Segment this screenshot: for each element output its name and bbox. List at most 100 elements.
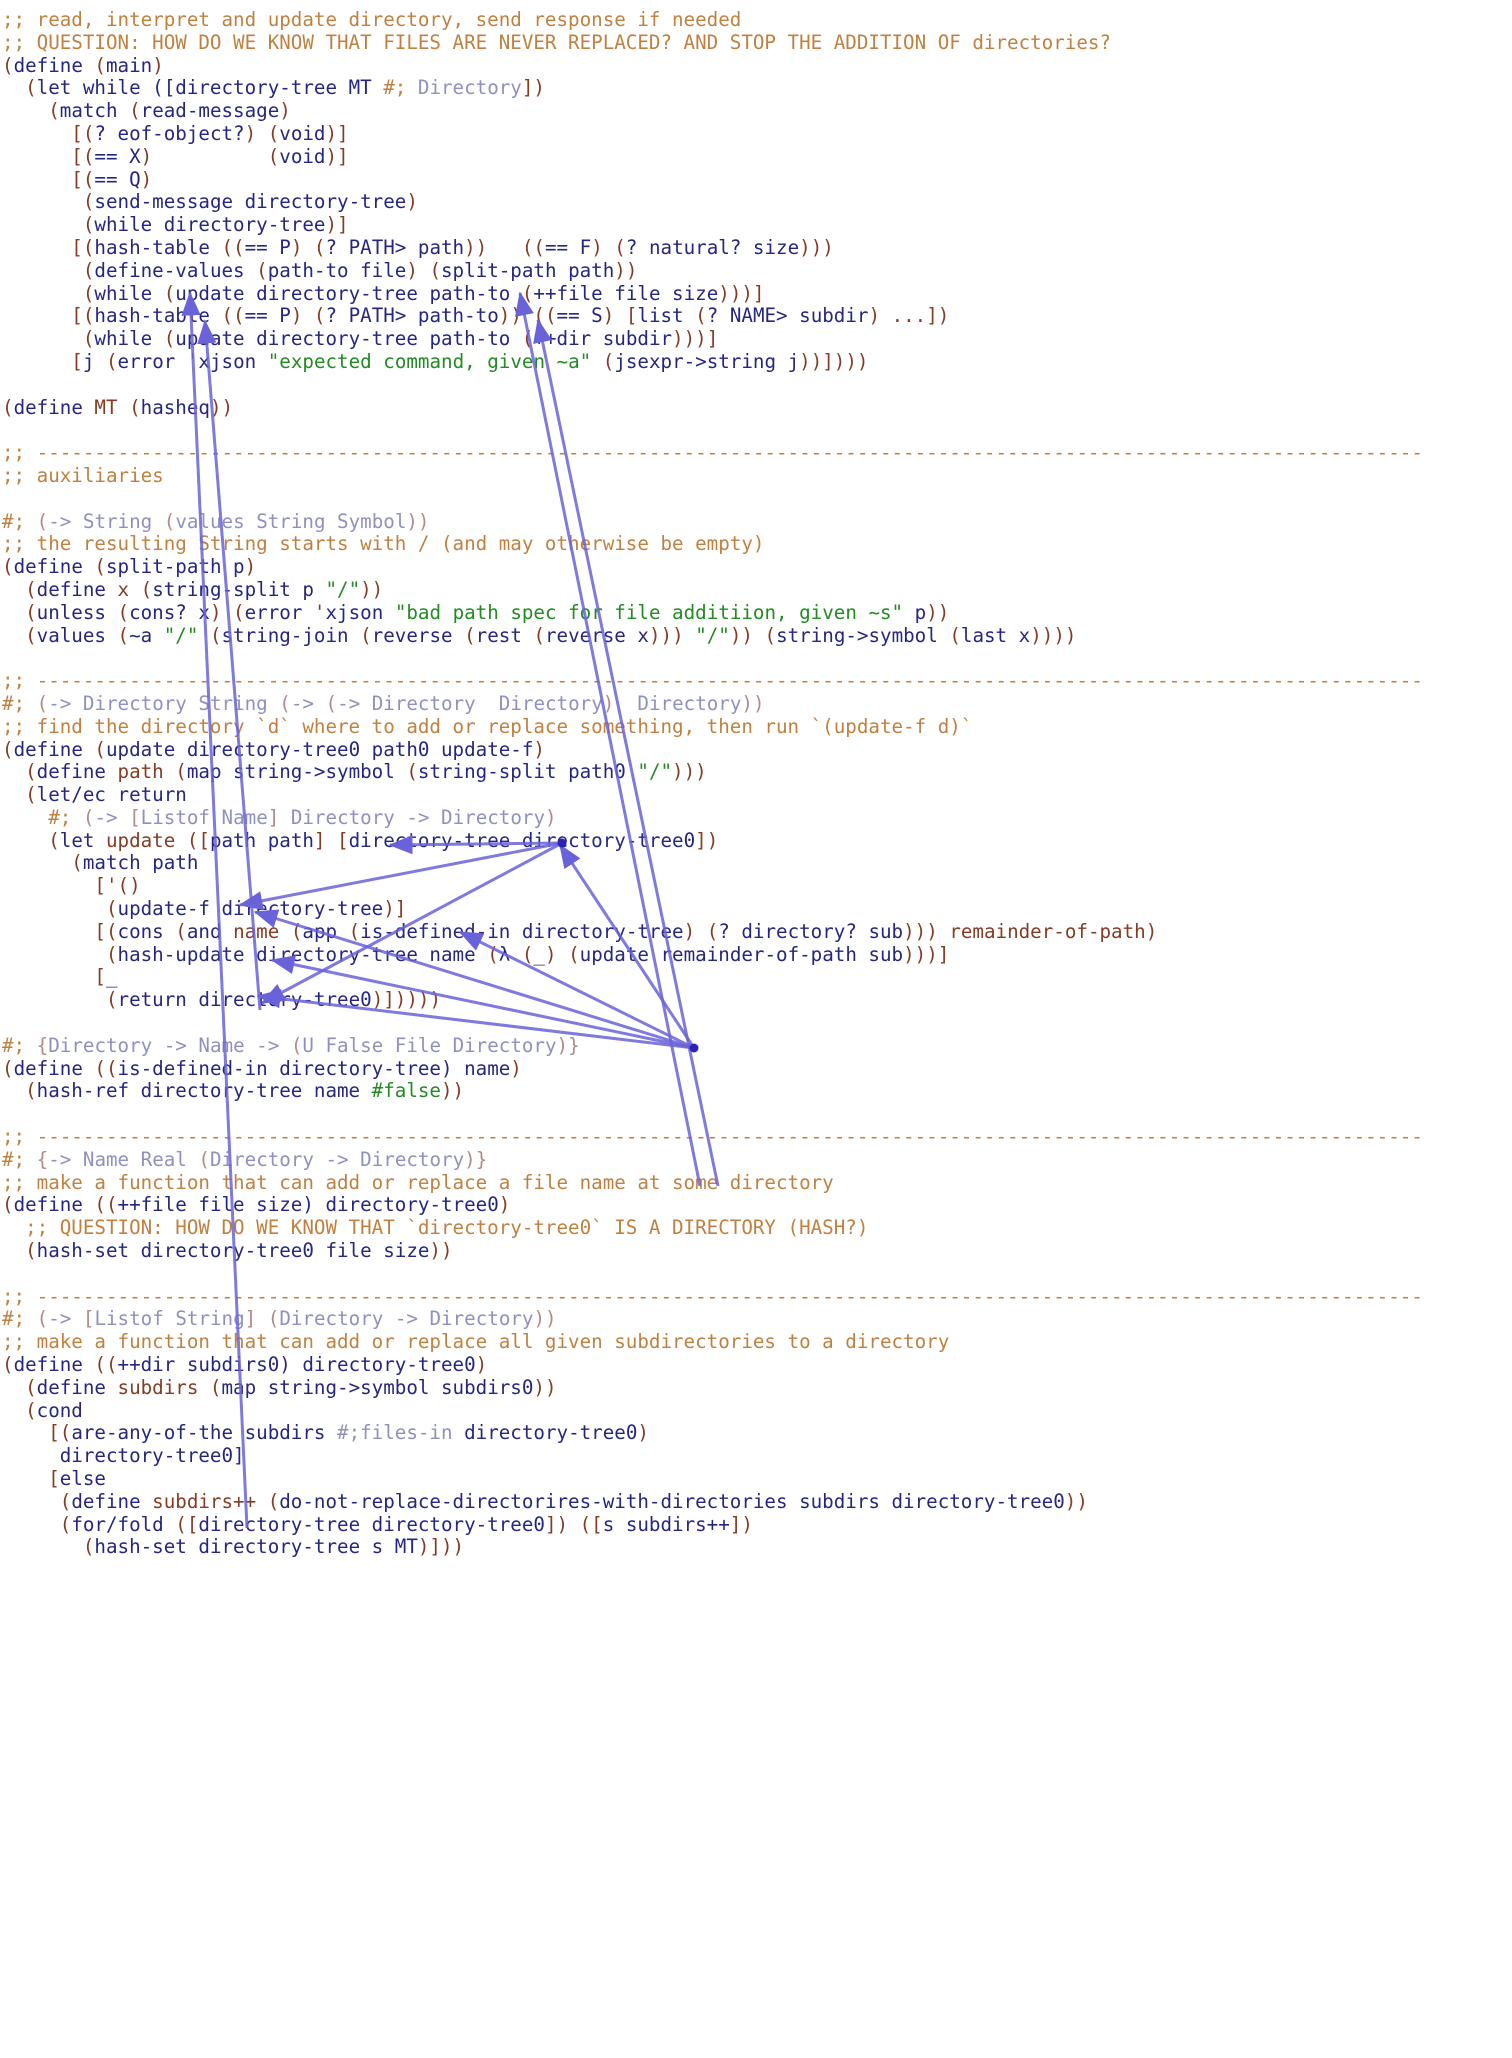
code-line[interactable]: (define ((++dir subdirs0) directory-tree… [2,1353,1512,1377]
code-line[interactable]: (send-message directory-tree) [2,190,1512,214]
code-token: -> Directory Directory [337,691,603,715]
code-line[interactable]: [(== X) (void)] [2,145,1512,169]
code-token: == P [244,304,291,328]
code-token: [( [2,1421,72,1445]
code-line[interactable]: (define path (map string->symbol (string… [2,760,1512,784]
code-line[interactable]: ;; -------------------------------------… [2,1285,1512,1309]
code-token: "bad path spec for file additiion, given… [394,600,904,624]
code-line[interactable]: ['() [2,874,1512,898]
code-line[interactable]: ;; read, interpret and update directory,… [2,8,1512,32]
code-line[interactable] [2,374,1512,397]
code-editor-canvas[interactable]: ;; read, interpret and update directory,… [0,0,1512,2058]
code-line[interactable]: (define MT (hasheq)) [2,395,1512,420]
code-line[interactable]: ;; QUESTION: HOW DO WE KNOW THAT FILES A… [2,31,1512,55]
code-line[interactable]: #; (-> Directory String (-> (-> Director… [2,691,1512,716]
code-line[interactable]: directory-tree0] [2,1444,1512,1468]
code-token: [( [2,304,95,328]
code-line[interactable]: #; (-> [Listof String] (Directory -> Dir… [2,1308,1512,1331]
code-line[interactable]: (define ((is-defined-in directory-tree) … [2,1057,1512,1081]
code-token: string-split p [152,577,326,601]
code-line[interactable]: (match path [2,852,1512,875]
code-line[interactable]: ;; -------------------------------------… [2,669,1512,693]
code-line[interactable]: (return directory-tree0)])))) [2,988,1512,1012]
code-token: )])) [417,1535,465,1559]
code-line[interactable]: (define ((++file file size) directory-tr… [2,1194,1512,1217]
code-line[interactable]: (hash-set directory-tree0 file size)) [2,1239,1512,1263]
code-line[interactable]: [(? eof-object?) (void)] [2,122,1512,146]
code-token: #; [2,691,26,715]
code-token: )} [556,1033,580,1057]
code-line[interactable]: (define subdirs++ (do-not-replace-direct… [2,1490,1512,1514]
code-line[interactable]: (for/fold ([directory-tree directory-tre… [2,1512,1512,1537]
code-token: Directory [406,76,522,100]
code-line[interactable]: [_ [2,966,1512,989]
code-token: ) ( [406,258,441,282]
code-token: ( [94,349,118,373]
code-token: ( [2,942,118,966]
code-token: )) [741,691,765,715]
code-token: ( [2,1193,14,1217]
source-code-text[interactable]: ;; read, interpret and update directory,… [0,0,1512,1559]
code-line[interactable]: (define x (string-split p "/")) [2,577,1512,602]
code-line[interactable]: (match (read-message) [2,99,1512,123]
code-line[interactable]: [(== Q) [2,168,1512,192]
code-line[interactable]: (define (main) [2,54,1512,78]
code-line[interactable]: #; (-> String (values String Symbol)) [2,510,1512,534]
code-line[interactable]: (let while ([directory-tree MT #; Direct… [2,76,1512,100]
code-token: ( [117,99,141,123]
code-line[interactable]: (while (update directory-tree path-to (+… [2,282,1512,306]
code-token: name ( [221,919,303,943]
code-line[interactable]: (while directory-tree)] [2,213,1512,237]
code-token: )) [440,1079,465,1103]
code-line[interactable]: (let/ec return [2,783,1512,807]
code-line[interactable]: (define subdirs (map string->symbol subd… [2,1376,1512,1400]
code-line[interactable] [2,419,1512,442]
code-line[interactable]: #; (-> [Listof Name] Directory -> Direct… [2,806,1512,830]
code-line[interactable] [2,488,1512,511]
code-line[interactable]: ;; the resulting String starts with / (a… [2,532,1512,556]
code-line[interactable]: ;; -------------------------------------… [2,1125,1512,1149]
code-line[interactable]: ;; -------------------------------------… [2,441,1512,465]
code-token: ( [82,737,106,761]
code-line[interactable] [2,1103,1512,1126]
code-line[interactable]: #; {-> Name Real (Directory -> Directory… [2,1148,1512,1172]
code-token: _ [533,942,545,966]
code-token: ( [325,691,338,715]
code-line[interactable]: [(hash-table ((== P) (? PATH> path)) ((=… [2,236,1512,260]
code-line[interactable]: ;; make a function that can add or repla… [2,1171,1512,1195]
code-line[interactable]: ;; make a function that can add or repla… [2,1330,1512,1354]
code-line[interactable]: (hash-ref directory-tree name #false)) [2,1080,1512,1103]
code-line[interactable] [2,1263,1512,1286]
code-line[interactable] [2,647,1512,670]
code-line[interactable]: [(are-any-of-the subdirs #;files-in dire… [2,1422,1512,1445]
code-line[interactable]: (define (split-path p) [2,555,1512,579]
code-line[interactable]: (define-values (path-to file) (split-pat… [2,258,1512,283]
code-line[interactable]: (update-f directory-tree)] [2,897,1512,921]
code-line[interactable]: (let update ([path path] [directory-tree… [2,828,1512,853]
code-line[interactable]: (unless (cons? x) (error 'xjson "bad pat… [2,600,1512,625]
code-token: ;; auxiliaries [2,463,164,487]
code-line[interactable] [2,1012,1512,1035]
code-token: MT ( [82,395,141,419]
code-token: define [36,760,106,784]
code-line[interactable]: (values (~a "/" (string-join (reverse (r… [2,624,1512,648]
code-line[interactable]: [j (error 'xjson "expected command, give… [2,349,1512,374]
code-line[interactable]: [(hash-table ((== P) (? PATH> path-to)) … [2,304,1512,328]
code-token: ( [2,555,14,579]
code-token: update ([ [94,828,210,852]
code-line[interactable]: ;; find the directory `d` where to add o… [2,715,1512,739]
code-token: ( [2,1535,95,1559]
code-line[interactable]: (while (update directory-tree path-to (+… [2,327,1512,351]
code-line[interactable]: (hash-update directory-tree name (λ (_) … [2,942,1512,967]
code-line[interactable]: ;; QUESTION: HOW DO WE KNOW THAT `direct… [2,1216,1512,1240]
code-token: ( [2,1512,72,1536]
code-line[interactable]: ;; auxiliaries [2,463,1512,488]
code-line[interactable]: (cond [2,1399,1512,1423]
code-line[interactable]: (hash-set directory-tree s MT)])) [2,1535,1512,1559]
code-line[interactable]: #; {Directory -> Name -> (U False File D… [2,1033,1512,1058]
code-token: ( [2,76,37,100]
code-line[interactable]: [(cons (and name (app (is-defined-in dir… [2,919,1512,944]
code-line[interactable]: [else [2,1467,1512,1491]
code-token: ( [2,783,37,807]
code-line[interactable]: (define (update directory-tree0 path0 up… [2,737,1512,762]
